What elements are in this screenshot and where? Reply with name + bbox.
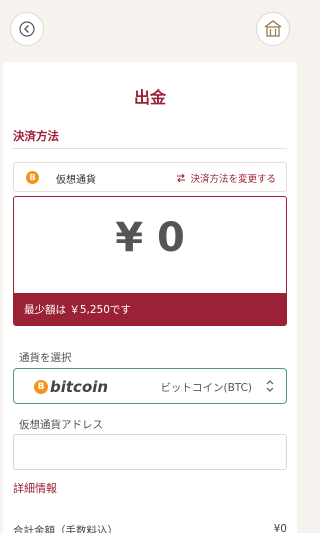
withdraw-card: 出金 決済方法 B 仮想通貨 決済方法を変更する ¥ 0 最少額は ￥5,250… bbox=[3, 62, 297, 533]
home-icon bbox=[264, 20, 282, 37]
change-method-label: 決済方法を変更する bbox=[190, 174, 276, 185]
section-divider bbox=[13, 148, 287, 149]
total-amount-value: ¥0 bbox=[273, 523, 287, 533]
change-method-link[interactable]: 決済方法を変更する bbox=[176, 171, 276, 185]
chevron-up-down-icon bbox=[266, 380, 274, 392]
back-button[interactable] bbox=[10, 12, 44, 46]
minimum-amount-notice: 最少額は ￥5,250です bbox=[14, 293, 286, 325]
bitcoin-wordmark: bitcoin bbox=[50, 378, 109, 396]
home-button[interactable] bbox=[256, 12, 290, 46]
currency-select-label: 通貨を選択 bbox=[19, 352, 72, 364]
crypto-address-field[interactable] bbox=[13, 434, 287, 470]
amount-input[interactable]: ¥ 0 最少額は ￥5,250です bbox=[13, 196, 287, 326]
payment-method-section-label: 決済方法 bbox=[13, 129, 59, 143]
payment-method-name: 仮想通貨 bbox=[56, 175, 96, 186]
address-field-label: 仮想通貨アドレス bbox=[19, 419, 103, 431]
swap-icon bbox=[177, 173, 186, 183]
page-title: 出金 bbox=[133, 88, 166, 107]
bitcoin-coin-icon: B bbox=[26, 171, 39, 184]
top-bar bbox=[0, 0, 300, 62]
payment-method-row: B 仮想通貨 決済方法を変更する bbox=[13, 162, 287, 192]
bitcoin-icon: B bbox=[34, 380, 48, 394]
bitcoin-logo: B bitcoin bbox=[34, 378, 108, 396]
currency-select-value: ビットコイン(BTC) bbox=[160, 382, 252, 394]
currency-select[interactable]: B bitcoin ビットコイン(BTC) bbox=[13, 368, 287, 404]
chevron-left-icon bbox=[19, 21, 35, 37]
details-link[interactable]: 詳細情報 bbox=[13, 480, 57, 496]
amount-value: ¥ 0 bbox=[115, 215, 185, 261]
total-amount-label: 合計金額（手数料込） bbox=[13, 525, 118, 533]
